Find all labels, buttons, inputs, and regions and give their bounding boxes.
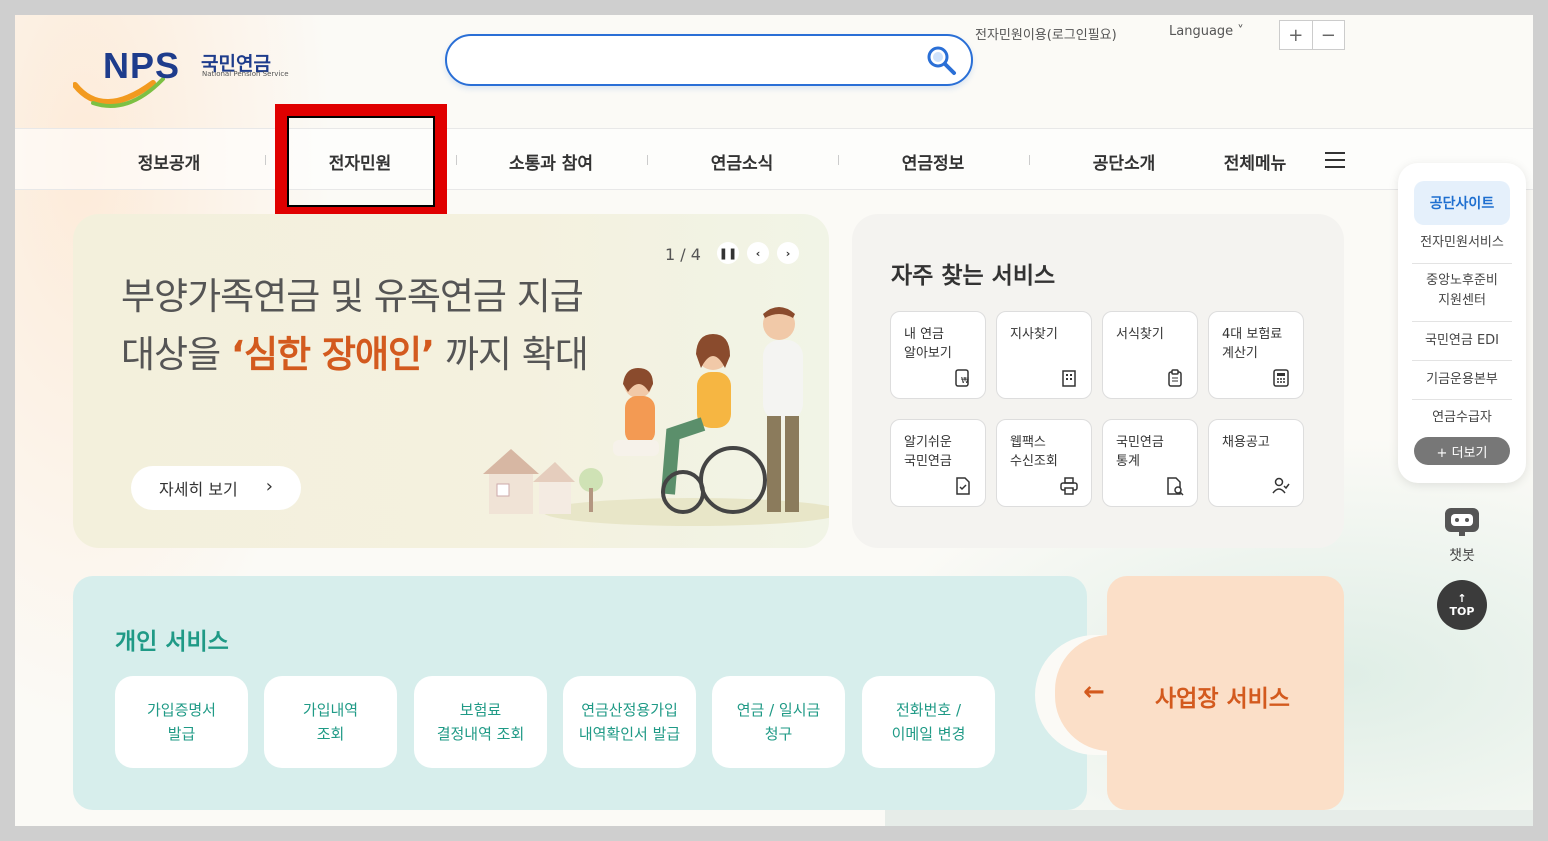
nav-item-pension-news[interactable]: 연금소식 (662, 149, 822, 174)
personal-item-membership-certificate[interactable]: 가입증명서 발급 (115, 676, 248, 768)
quick-item-form-find[interactable]: 서식찾기 (1102, 311, 1198, 399)
quick-item-label: 4대 보험료 계산기 (1222, 327, 1283, 361)
personal-item-membership-history[interactable]: 가입내역 조회 (264, 676, 397, 768)
divider (1412, 360, 1512, 361)
quick-item-insurance-calculator[interactable]: 4대 보험료 계산기 (1208, 311, 1304, 399)
language-label: Language (1169, 24, 1234, 39)
chevron-right-icon: › (265, 476, 273, 497)
personal-services-title: 개인 서비스 (115, 629, 229, 655)
document-check-icon (956, 477, 970, 495)
side-item-pensioner[interactable]: 연금수급자 (1412, 408, 1512, 428)
quick-item-branch-find[interactable]: 지사찾기 (996, 311, 1092, 399)
logo-english: National Pension Service (202, 70, 289, 78)
quick-item-webfax[interactable]: 웹팩스 수신조회 (996, 419, 1092, 507)
nav-item-about[interactable]: 공단소개 (1044, 149, 1204, 174)
quick-item-label: 웹팩스 수신조회 (1010, 435, 1058, 469)
frequent-services-title: 자주 찾는 서비스 (891, 263, 1056, 289)
quick-item-easy-pension[interactable]: 알기쉬운 국민연금 (890, 419, 986, 507)
side-more-button[interactable]: + 더보기 (1414, 437, 1510, 465)
page-frame: NPS 국민연금 National Pension Service 전자민원이용… (15, 15, 1533, 826)
zoom-in-button[interactable]: + (1280, 21, 1313, 49)
nav-separator (456, 155, 457, 165)
personal-item-pension-claim[interactable]: 연금 / 일시금 청구 (712, 676, 845, 768)
site-links-title: 공단사이트 (1414, 181, 1510, 225)
chatbot-icon[interactable] (1443, 506, 1481, 538)
quick-item-recruitment[interactable]: 채용공고 (1208, 419, 1304, 507)
nav-item-pension-info[interactable]: 연금정보 (853, 149, 1013, 174)
personal-item-pension-confirmation[interactable]: 연금산정용가입 내역확인서 발급 (563, 676, 696, 768)
side-item-e-minwon-service[interactable]: 전자민원서비스 (1412, 233, 1512, 253)
side-item-edi[interactable]: 국민연금 EDI (1412, 331, 1512, 351)
nav-separator (1029, 155, 1030, 165)
nav-separator (265, 155, 266, 165)
site-links-panel: 공단사이트 전자민원서비스 중앙노후준비 지원센터 국민연금 EDI 기금운용본… (1398, 163, 1526, 483)
nav-item-all-menu[interactable]: 전체메뉴 (1195, 149, 1315, 174)
nav-separator (838, 155, 839, 165)
highlight-box (275, 104, 447, 219)
nav-separator (647, 155, 648, 165)
quick-item-my-pension[interactable]: 내 연금 알아보기 ₩ (890, 311, 986, 399)
nav-item-info-disclosure[interactable]: 정보공개 (89, 149, 249, 174)
banner-counter: 1 / 4 (665, 245, 701, 264)
calculator-icon (1273, 369, 1289, 387)
minwon-login-link[interactable]: 전자민원이용(로그인필요) (975, 24, 1117, 43)
divider (1412, 321, 1512, 322)
search-input[interactable] (445, 34, 973, 86)
document-search-icon (1167, 477, 1184, 496)
quick-item-label: 내 연금 알아보기 (904, 327, 952, 361)
arrow-left-icon: ← (1083, 677, 1105, 707)
person-check-icon (1272, 477, 1290, 494)
personal-item-premium-decision[interactable]: 보험료 결정내역 조회 (414, 676, 547, 768)
scroll-top-button[interactable]: ↑ TOP (1437, 580, 1487, 630)
zoom-controls: + − (1279, 20, 1345, 50)
personal-item-contact-change[interactable]: 전화번호 / 이메일 변경 (862, 676, 995, 768)
banner-more-label: 자세히 보기 (159, 480, 238, 499)
quick-item-label: 국민연금 통계 (1116, 435, 1164, 469)
banner-highlight-text: ‘심한 장애인’ (230, 333, 435, 376)
search-icon[interactable] (925, 44, 957, 76)
building-icon (1062, 370, 1076, 387)
logo-text: NPS (103, 45, 181, 86)
divider (1412, 263, 1512, 264)
banner-more-button[interactable]: 자세히 보기 › (131, 466, 301, 510)
clipboard-icon (1168, 369, 1182, 387)
chatbot-label[interactable]: 챗봇 (1432, 545, 1492, 565)
zoom-out-button[interactable]: − (1313, 21, 1345, 49)
side-item-fund-management[interactable]: 기금운용본부 (1412, 370, 1512, 390)
svg-text:₩: ₩ (961, 376, 969, 385)
side-item-retirement-center[interactable]: 중앙노후준비 지원센터 (1412, 271, 1512, 311)
frequent-services-panel: 자주 찾는 서비스 내 연금 알아보기 ₩ 지사찾기 서식찾기 4대 보험료 계… (852, 214, 1344, 548)
scroll-top-label: TOP (1449, 605, 1475, 618)
quick-item-label: 알기쉬운 국민연금 (904, 435, 952, 469)
language-select[interactable]: Language ˅ (1169, 24, 1244, 39)
business-services-tab[interactable] (1055, 635, 1165, 751)
nav-item-communication[interactable]: 소통과 참여 (471, 149, 631, 174)
chevron-right-icon[interactable]: › (777, 242, 799, 264)
quick-item-label: 서식찾기 (1116, 327, 1164, 342)
arrow-up-icon: ↑ (1457, 592, 1467, 605)
document-won-icon: ₩ (955, 369, 969, 387)
nps-logo[interactable]: NPS 국민연금 National Pension Service (73, 45, 293, 108)
pause-icon[interactable]: ❚❚ (717, 242, 739, 264)
chevron-down-icon: ˅ (1237, 24, 1244, 39)
hamburger-menu-icon[interactable] (1325, 152, 1345, 168)
divider (1412, 399, 1512, 400)
printer-icon (1060, 477, 1078, 495)
quick-item-label: 지사찾기 (1010, 327, 1058, 342)
background-decoration (885, 810, 1533, 826)
main-nav: 정보공개 전자민원 소통과 참여 연금소식 연금정보 공단소개 전체메뉴 (15, 128, 1533, 190)
quick-item-statistics[interactable]: 국민연금 통계 (1102, 419, 1198, 507)
main-banner[interactable]: 부양가족연금 및 유족연금 지급 대상을 ‘심한 장애인’ 까지 확대 1 / … (73, 214, 829, 548)
quick-item-label: 채용공고 (1222, 435, 1270, 450)
personal-services-panel: 개인 서비스 가입증명서 발급 가입내역 조회 보험료 결정내역 조회 연금산정용가입… (73, 576, 1087, 810)
business-services-label[interactable]: 사업장 서비스 (1155, 679, 1290, 713)
chevron-left-icon[interactable]: ‹ (747, 242, 769, 264)
family-wheelchair-illustration (483, 307, 829, 526)
